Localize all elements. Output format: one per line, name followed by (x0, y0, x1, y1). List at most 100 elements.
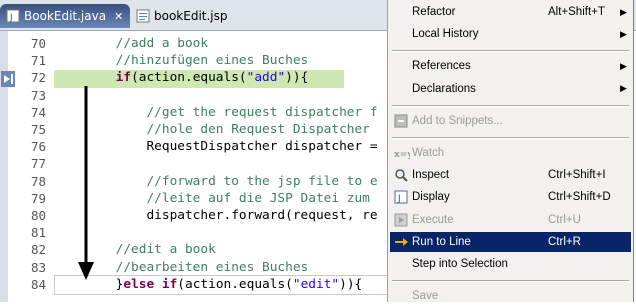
code-comment: //edit a book (115, 242, 216, 258)
menu-item-label: Save (412, 290, 439, 303)
line-number: 82 (30, 242, 46, 258)
code-text: )){ (339, 276, 363, 292)
submenu-arrow-icon: ▶ (620, 28, 627, 39)
line-number: 84 (30, 276, 46, 292)
code-comment: //add a book (115, 36, 209, 51)
tab-bookedit-jsp[interactable]: bookEdit.jsp (132, 4, 242, 28)
code-text: (action.equals( (177, 276, 293, 292)
code-keyword: else if (123, 276, 178, 292)
line-number: 74 (30, 104, 46, 120)
line-number: 73 (30, 87, 46, 103)
menu-item-shortcut: Ctrl+Shift+D (548, 191, 611, 204)
menu-item-label: Run to Line (412, 235, 471, 248)
code-comment: //get the request dispatcher f (146, 104, 378, 120)
code-line: if(action.equals("add")){ (54, 70, 309, 86)
menu-item-label: Declarations (412, 82, 476, 95)
code-keyword: if (115, 70, 132, 86)
code-comment: //leite auf die JSP Datei zum (146, 190, 370, 206)
code-text: RequestDispatcher dispatcher = (146, 139, 378, 155)
menu-item-refactor[interactable]: Refactor Alt+Shift+T ▶ (390, 2, 631, 22)
menu-item-shortcut: Ctrl+Shift+I (548, 169, 606, 182)
code-line: //add a book (54, 36, 208, 51)
display-icon: J (394, 190, 408, 204)
code-line: //hinzufügen eines Buches (54, 53, 309, 69)
menu-separator (392, 137, 629, 139)
code-text: (action.equals( (131, 70, 247, 86)
menu-item-execute[interactable]: Execute Ctrl+U (390, 210, 631, 230)
menu-item-shortcut: Ctrl+R (548, 235, 581, 248)
code-line: //edit a book (54, 242, 216, 257)
svg-text:J: J (397, 194, 401, 204)
menu-separator (392, 104, 629, 107)
run-to-line-icon (394, 235, 408, 249)
menu-item-shortcut: Alt+Shift+T (548, 6, 605, 18)
code-line: dispatcher.forward(request, re (54, 208, 378, 223)
line-number: 70 (30, 36, 46, 51)
debug-instruction-pointer-icon (1, 71, 15, 87)
code-comment: //hole den Request Dispatcher (146, 122, 370, 137)
tab-label: BookEdit.java (24, 9, 107, 23)
menu-item-inspect[interactable]: Inspect Ctrl+Shift+I (390, 165, 631, 185)
code-text: dispatcher.forward(request, re (146, 208, 378, 223)
java-file-icon: J (6, 9, 20, 23)
line-number: 79 (30, 190, 46, 206)
code-line: //bearbeiten eines Buches (54, 259, 309, 275)
code-line: }else if(action.equals("edit")){ (54, 276, 363, 292)
code-string: "edit" (292, 276, 340, 292)
execute-icon (394, 213, 408, 227)
menu-item-shortcut: Ctrl+U (548, 213, 581, 226)
line-number: 75 (30, 122, 46, 137)
snippet-icon (394, 114, 408, 128)
code-string: "add" (246, 70, 286, 86)
menu-item-references[interactable]: References ▶ (390, 56, 631, 76)
menu-item-label: Refactor (412, 6, 456, 18)
jsp-file-icon (136, 9, 150, 23)
menu-item-declarations[interactable]: Declarations ▶ (390, 79, 631, 99)
code-line: //forward to the jsp file to e (54, 173, 378, 189)
code-comment: //hinzufügen eines Buches (115, 53, 309, 69)
line-number: 76 (30, 139, 46, 155)
line-number: 72 (30, 70, 46, 86)
line-number: 81 (30, 225, 46, 241)
line-number: 77 (30, 156, 46, 172)
submenu-arrow-icon: ▶ (620, 6, 627, 17)
close-icon[interactable]: ✕ (114, 10, 123, 23)
code-line: //hole den Request Dispatcher (54, 122, 370, 137)
line-number: 71 (30, 53, 46, 69)
menu-separator (392, 50, 629, 53)
tab-bookedit-java[interactable]: J BookEdit.java ✕ (0, 4, 130, 28)
inspect-icon (394, 168, 408, 182)
menu-item-step-into-selection[interactable]: Step into Selection (390, 254, 631, 274)
code-comment: //forward to the jsp file to e (146, 173, 378, 189)
code-line: //leite auf die JSP Datei zum (54, 190, 370, 206)
menu-item-label: Display (412, 191, 450, 204)
menu-item-label: Step into Selection (412, 258, 508, 270)
submenu-arrow-icon: ▶ (620, 60, 627, 71)
context-menu: Refactor Alt+Shift+T ▶ Local History ▶ Refere… (387, 0, 634, 302)
menu-item-label: Local History (412, 28, 479, 41)
line-number: 83 (30, 259, 46, 275)
menu-item-add-to-snippets[interactable]: Add to Snippets... (390, 111, 631, 131)
menu-item-run-to-line[interactable]: Run to Line Ctrl+R (390, 231, 631, 252)
svg-text:x=y: x=y (394, 150, 410, 160)
menu-item-label: Watch (412, 147, 445, 159)
menu-item-label: Execute (412, 213, 454, 226)
line-number: 80 (30, 208, 46, 223)
svg-text:J: J (9, 13, 13, 23)
menu-item-save[interactable]: Save (390, 286, 631, 306)
watch-icon: x=y (394, 146, 413, 160)
menu-item-local-history[interactable]: Local History ▶ (390, 24, 631, 44)
code-comment: //bearbeiten eines Buches (115, 259, 309, 275)
code-line: //get the request dispatcher f (54, 104, 378, 120)
code-text: )){ (285, 70, 309, 86)
tab-label: bookEdit.jsp (154, 9, 228, 23)
menu-item-display[interactable]: J Display Ctrl+Shift+D (390, 187, 631, 207)
menu-item-watch[interactable]: x=yWatch (390, 143, 631, 163)
menu-item-label: Add to Snippets... (412, 114, 503, 127)
line-number: 78 (30, 173, 46, 189)
menu-item-label: Inspect (412, 169, 450, 182)
submenu-arrow-icon: ▶ (620, 83, 627, 94)
menu-item-label: References (412, 60, 471, 73)
code-line: RequestDispatcher dispatcher = (54, 139, 378, 155)
menu-separator (392, 280, 629, 283)
